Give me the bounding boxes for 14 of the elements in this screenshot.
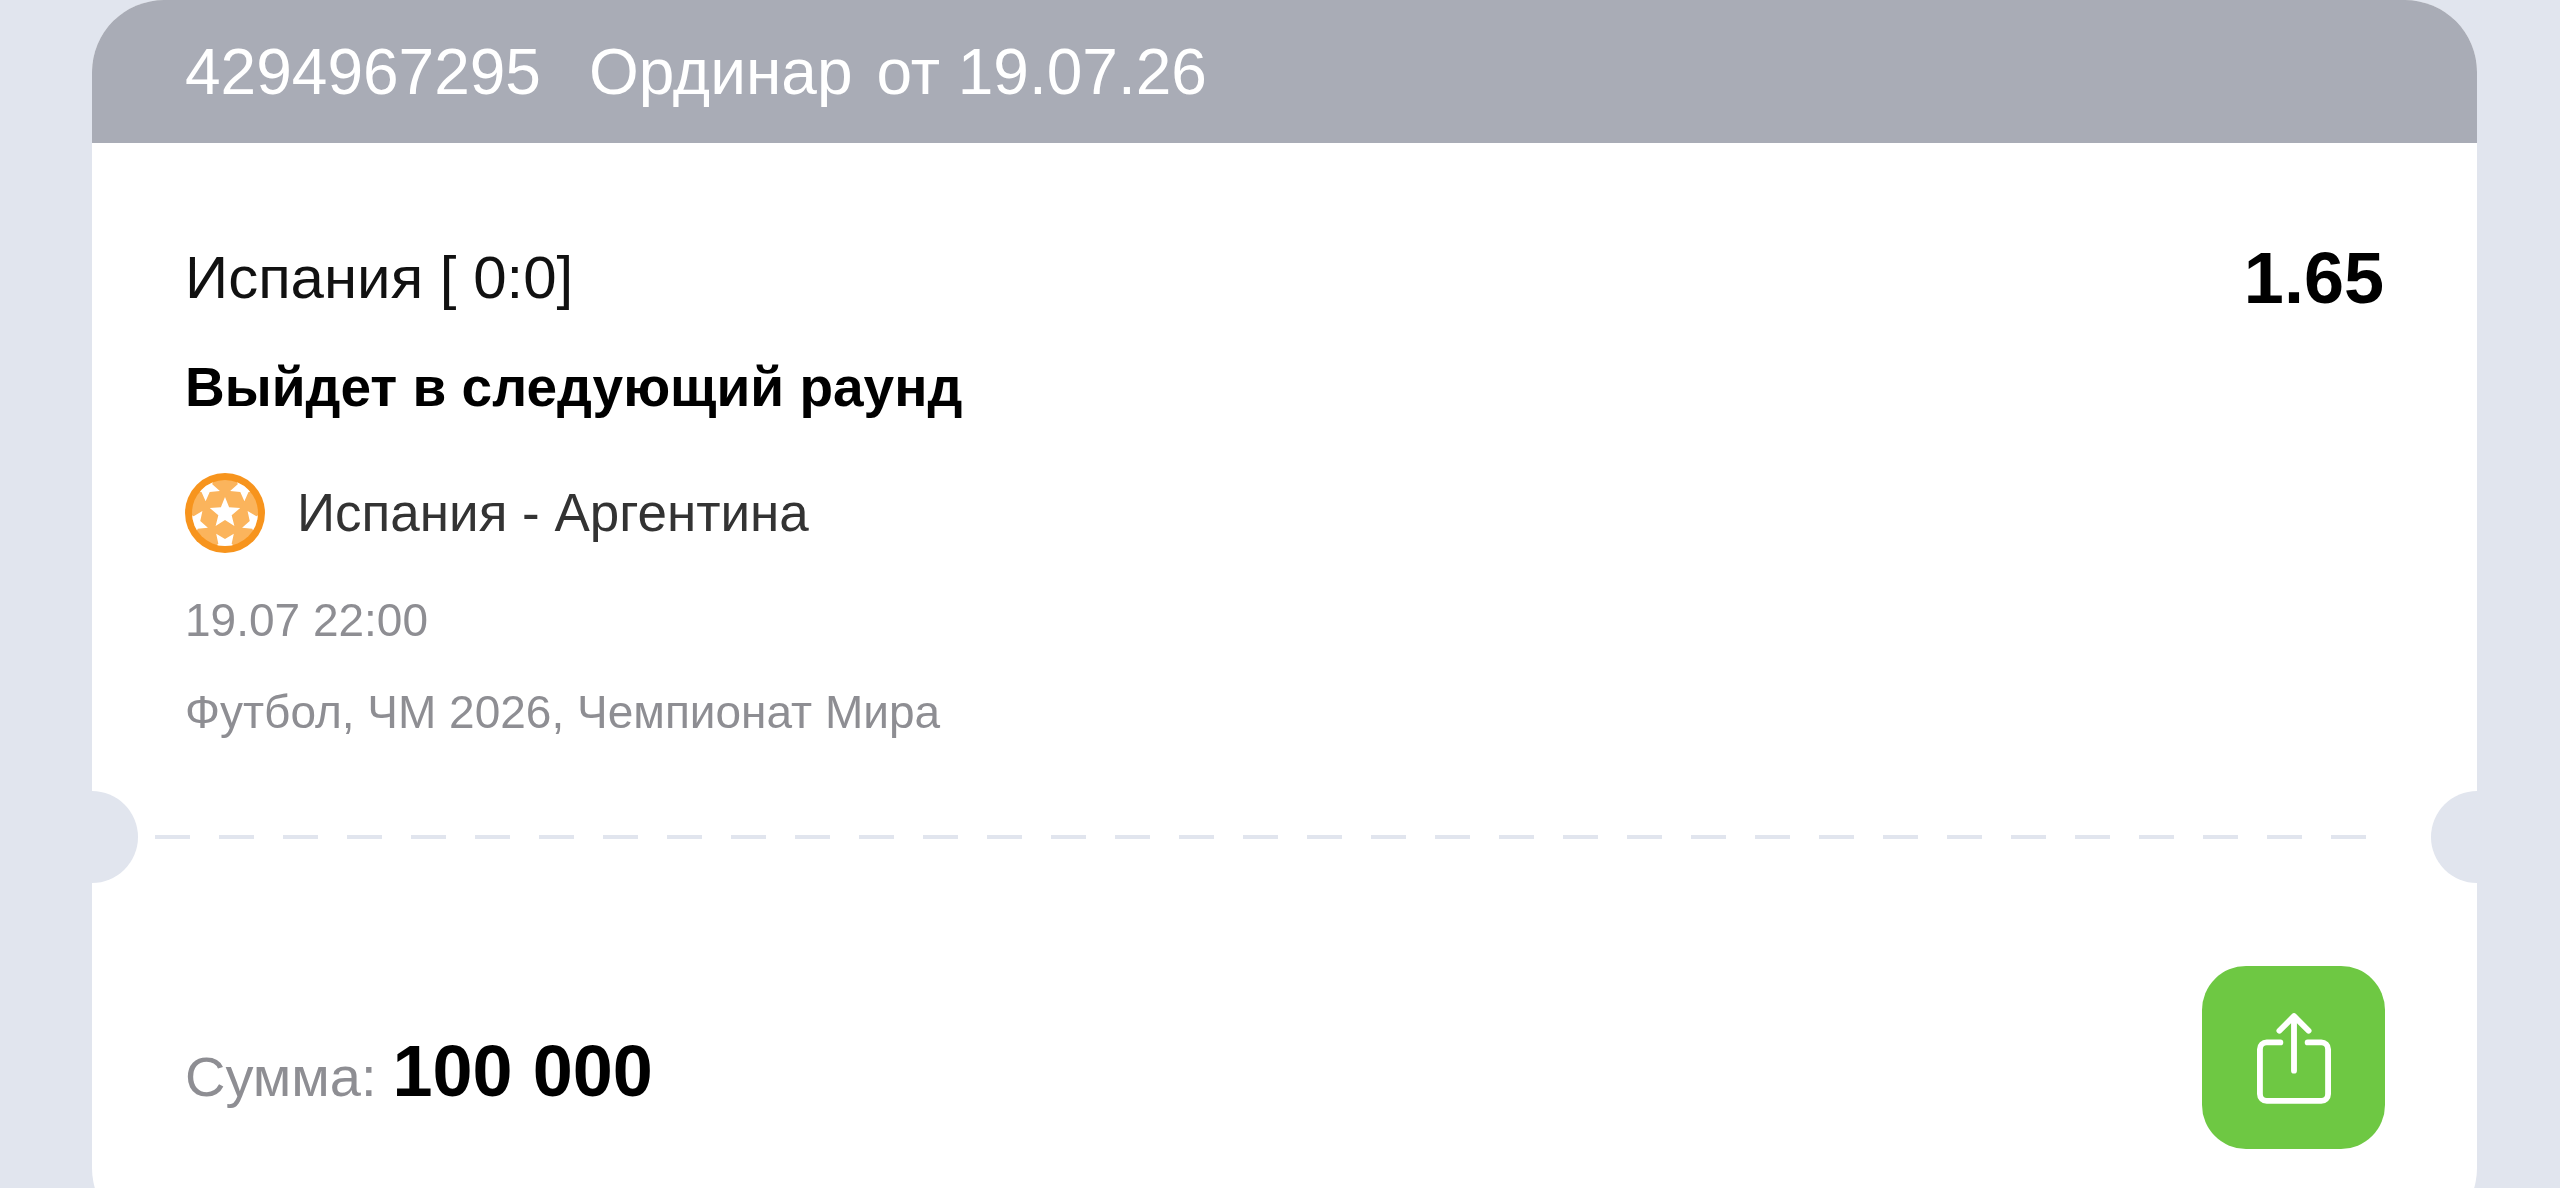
bet-number: 4294967295: [185, 34, 541, 109]
odds-value: 1.65: [2243, 242, 2384, 314]
tournament-name: Футбол, ЧМ 2026, Чемпионат Мира: [185, 685, 942, 740]
outcome-title: Испания [ 0:0]: [185, 243, 574, 313]
match-teams: Испания - Аргентина: [297, 482, 809, 544]
match-time: 19.07 22:00: [185, 593, 429, 648]
market-name: Выйдет в следующий раунд: [185, 355, 964, 420]
bet-type: Ординар: [588, 34, 853, 109]
bet-date: от 19.07.26: [876, 34, 1207, 109]
amount-label: Сумма:: [185, 1043, 377, 1109]
amount-value: 100 000: [392, 1029, 653, 1112]
share-icon: [2256, 1011, 2331, 1104]
soccer-ball-icon: [185, 473, 265, 553]
share-button[interactable]: [2202, 966, 2385, 1149]
